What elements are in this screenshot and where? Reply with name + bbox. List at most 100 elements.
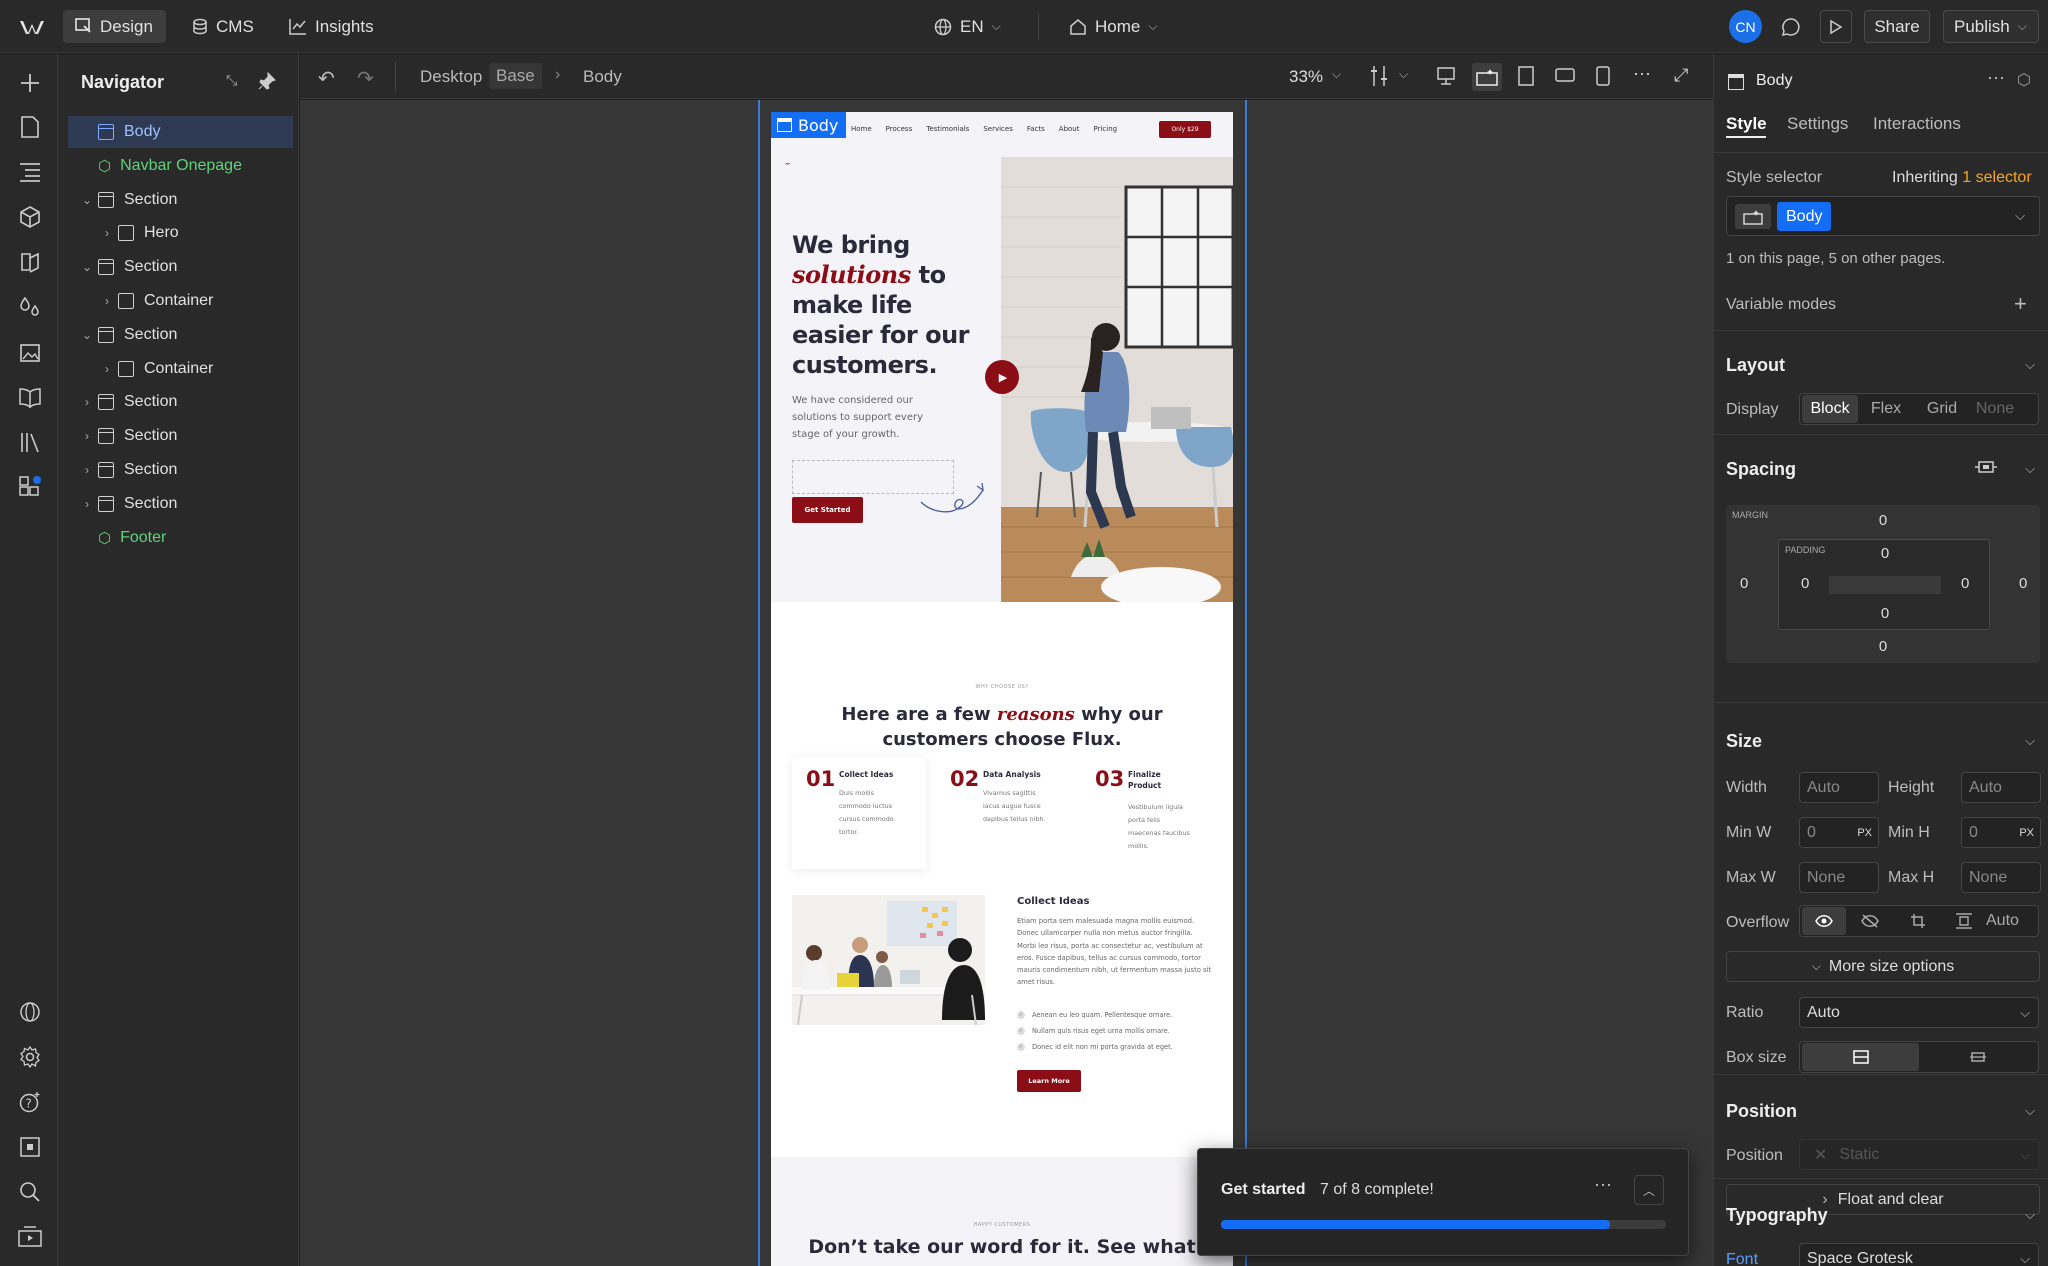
avatar[interactable]: CN — [1729, 10, 1762, 43]
desktop-large-icon[interactable] — [1436, 66, 1456, 91]
styles-icon[interactable] — [17, 294, 43, 320]
chevron-down-icon[interactable]: ⌵ — [2025, 357, 2035, 373]
width-input[interactable]: Auto — [1799, 772, 1879, 803]
margin-left[interactable]: 0 — [1740, 575, 1748, 592]
padding-left[interactable]: 0 — [1801, 575, 1809, 592]
font-select[interactable]: Space Grotesk ⌵ — [1799, 1243, 2039, 1266]
navigator-item[interactable]: › Section — [68, 488, 293, 520]
tab-settings[interactable]: Settings — [1787, 114, 1848, 134]
variant-badge[interactable]: Base — [489, 63, 542, 89]
navigator-item[interactable]: ⌄ Section — [68, 184, 293, 216]
page-select[interactable]: Home ⌵ — [1069, 10, 1157, 43]
nav-cta-button[interactable]: Only $29 — [1159, 121, 1211, 138]
minh-unit[interactable]: PX — [2019, 827, 2034, 839]
tab-insights[interactable]: Insights — [289, 10, 374, 43]
minh-input[interactable]: 0 PX — [1961, 817, 2041, 848]
inheriting-count[interactable]: 1 selector — [1962, 169, 2031, 186]
get-started-button[interactable]: Get Started — [792, 497, 863, 523]
chevron-right-icon[interactable]: › — [100, 362, 114, 376]
mobile-landscape-icon[interactable] — [1555, 68, 1575, 87]
chevron-right-icon[interactable]: › — [80, 463, 94, 477]
zoom-level[interactable]: 33% — [1289, 67, 1323, 87]
site-nav-link[interactable]: Facts — [1027, 125, 1045, 133]
preview-button[interactable] — [1820, 10, 1852, 43]
scroll-icon[interactable] — [1942, 913, 1986, 929]
navigator-item[interactable]: › Section — [68, 420, 293, 452]
margin-right[interactable]: 0 — [2019, 575, 2027, 592]
play-video-button[interactable]: ▶ — [985, 360, 1019, 394]
overflow-auto[interactable]: Auto — [1986, 912, 2026, 930]
chevron-right-icon[interactable]: › — [80, 429, 94, 443]
navigator-icon[interactable] — [17, 159, 43, 185]
chevron-down-icon[interactable]: ⌵ — [2025, 733, 2035, 749]
navigator-item[interactable]: ⬡ Footer — [68, 522, 293, 554]
more-icon[interactable]: ⋯ — [1987, 68, 2005, 89]
tab-style[interactable]: Style — [1726, 114, 1767, 134]
chevron-down-icon[interactable]: ⌵ — [1399, 67, 1408, 82]
crop-icon[interactable] — [1894, 913, 1942, 929]
padding-top[interactable]: 0 — [1779, 545, 1991, 562]
selector-chip-body[interactable]: Body — [1777, 202, 1832, 231]
selector-field[interactable]: Body ⌵ — [1726, 196, 2040, 236]
border-box-icon[interactable] — [1802, 1043, 1919, 1071]
eye-icon[interactable] — [1802, 907, 1846, 935]
globe-settings-icon[interactable] — [17, 999, 43, 1025]
spacing-mode-icon[interactable] — [1974, 457, 1998, 479]
navigator-item[interactable]: › Container — [68, 353, 293, 385]
chevron-right-icon[interactable]: › — [80, 497, 94, 511]
redo-icon[interactable]: ↷ — [357, 66, 374, 91]
chevron-down-icon[interactable]: ⌄ — [80, 260, 94, 274]
help-icon[interactable]: ? — [17, 1089, 43, 1115]
maxw-input[interactable]: None — [1799, 862, 1879, 893]
stop-icon[interactable] — [17, 1134, 43, 1160]
assets-icon[interactable] — [17, 339, 43, 365]
selector-target-icon[interactable] — [1735, 204, 1771, 229]
chevron-down-icon[interactable]: ⌵ — [1332, 67, 1341, 82]
comments-button[interactable] — [1775, 10, 1807, 43]
onboarding-toast[interactable]: Get started 7 of 8 complete! ⋯ ︿ — [1197, 1148, 1689, 1256]
padding-box[interactable]: PADDING 0 0 0 0 — [1778, 539, 1990, 630]
tab-design[interactable]: Design — [63, 10, 166, 43]
chevron-down-icon[interactable]: ⌵ — [2025, 1103, 2035, 1119]
add-icon[interactable]: + — [2014, 291, 2027, 317]
expand-icon[interactable]: ⤢ — [1674, 65, 1688, 86]
navigator-item[interactable]: ⌄ Section — [68, 319, 293, 351]
display-block[interactable]: Block — [1802, 395, 1858, 423]
library-icon[interactable] — [17, 429, 43, 455]
pages-icon[interactable] — [17, 114, 43, 140]
chevron-down-icon[interactable]: ⌵ — [2025, 1207, 2035, 1223]
navigator-item[interactable]: › Hero — [68, 217, 293, 249]
chevron-down-icon[interactable]: ⌄ — [80, 193, 94, 207]
display-none[interactable]: None — [1970, 400, 2020, 418]
component-icon[interactable]: ⬡ — [2017, 70, 2031, 90]
more-size-options-button[interactable]: ⌵ More size options — [1726, 951, 2040, 982]
add-icon[interactable] — [17, 70, 43, 96]
margin-bottom[interactable]: 0 — [1726, 638, 2040, 655]
display-grid[interactable]: Grid — [1914, 400, 1970, 418]
tab-cms[interactable]: CMS — [192, 10, 254, 43]
undo-icon[interactable]: ↶ — [318, 66, 335, 91]
tablet-icon[interactable] — [1518, 66, 1534, 91]
navigator-item[interactable]: › Container — [68, 285, 293, 317]
desktop-base-icon[interactable] — [1472, 63, 1502, 91]
webflow-logo[interactable] — [20, 10, 46, 43]
more-icon[interactable]: ⋯ — [1633, 64, 1651, 85]
navigator-item[interactable]: › Section — [68, 454, 293, 486]
breakpoint-label[interactable]: Desktop — [420, 67, 482, 87]
locale-select[interactable]: EN ⌵ — [934, 10, 1001, 43]
breadcrumb-body[interactable]: Body — [583, 67, 622, 87]
chevron-right-icon[interactable]: › — [80, 395, 94, 409]
body-selection-tag[interactable]: Body — [771, 112, 847, 138]
padding-bottom[interactable]: 0 — [1779, 605, 1991, 622]
site-preview[interactable]: Home Process Testimonials Services Facts Abou… — [771, 112, 1233, 1266]
video-icon[interactable] — [17, 1224, 43, 1250]
variables-icon[interactable] — [17, 249, 43, 275]
share-button[interactable]: Share — [1864, 10, 1930, 43]
content-box-icon[interactable] — [1919, 1050, 2036, 1064]
pin-icon[interactable] — [258, 71, 278, 92]
chevron-up-icon[interactable]: ︿ — [1634, 1175, 1664, 1205]
display-flex[interactable]: Flex — [1858, 400, 1914, 418]
navigator-item[interactable]: ⬡ Navbar Onepage — [68, 150, 293, 182]
publish-button[interactable]: Publish ⌵ — [1943, 10, 2039, 43]
minw-input[interactable]: 0 PX — [1799, 817, 1879, 848]
